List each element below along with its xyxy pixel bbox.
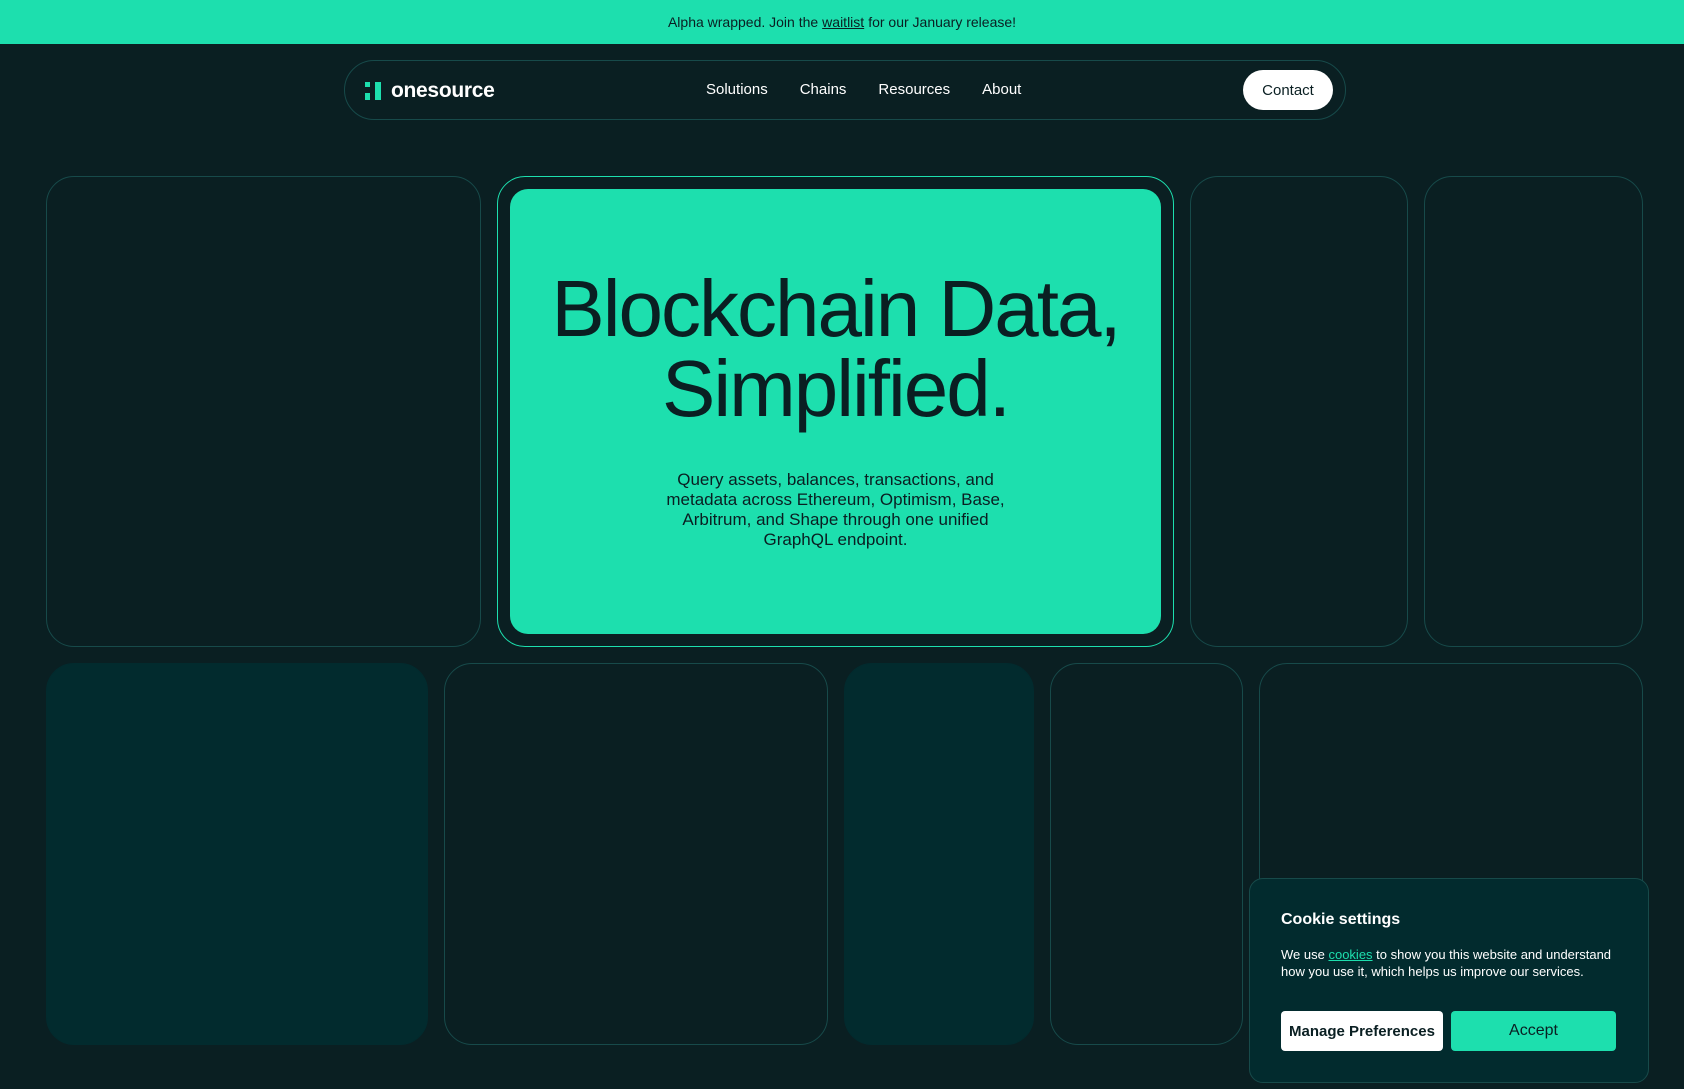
logo-text: onesource <box>391 79 495 102</box>
hero-title-line-2: Simplified. <box>661 344 1011 433</box>
accept-cookies-button[interactable]: Accept <box>1451 1011 1616 1051</box>
grid-card <box>1424 176 1643 647</box>
cookie-title: Cookie settings <box>1281 911 1401 928</box>
cookie-text: We use cookies to show you this website … <box>1281 946 1626 980</box>
main-nav: onesource Solutions Chains Resources Abo… <box>344 60 1346 120</box>
nav-links: Solutions Chains Resources About <box>706 81 1021 98</box>
hero-title-line-1: Blockchain Data, <box>551 264 1121 353</box>
grid-card <box>444 663 828 1045</box>
grid-card <box>844 663 1034 1045</box>
logo-link[interactable]: onesource <box>365 79 495 103</box>
cookies-link[interactable]: cookies <box>1328 947 1372 962</box>
banner-text-end: for our January release! <box>868 14 1017 30</box>
grid-card <box>1050 663 1243 1045</box>
nav-item-solutions[interactable]: Solutions <box>706 81 768 98</box>
cookie-text-start: We use <box>1281 947 1325 962</box>
manage-preferences-button[interactable]: Manage Preferences <box>1281 1011 1443 1051</box>
hero-subtitle: Query assets, balances, transactions, an… <box>666 470 1005 549</box>
cookie-dialog: Cookie settings We use cookies to show y… <box>1249 878 1649 1083</box>
hero-panel: Blockchain Data, Simplified. Query asset… <box>510 189 1161 634</box>
announcement-banner: Alpha wrapped. Join the waitlist for our… <box>0 0 1684 44</box>
grid-card <box>46 176 481 647</box>
nav-item-about[interactable]: About <box>982 81 1021 98</box>
grid-card <box>1190 176 1408 647</box>
nav-item-chains[interactable]: Chains <box>800 81 847 98</box>
hero-title: Blockchain Data, Simplified. <box>510 269 1161 429</box>
grid-card <box>46 663 428 1045</box>
nav-item-resources[interactable]: Resources <box>878 81 950 98</box>
contact-button[interactable]: Contact <box>1243 70 1333 110</box>
logo-mark-icon <box>365 82 383 100</box>
waitlist-link[interactable]: waitlist <box>822 14 864 30</box>
banner-text-start: Alpha wrapped. Join the <box>667 14 819 30</box>
